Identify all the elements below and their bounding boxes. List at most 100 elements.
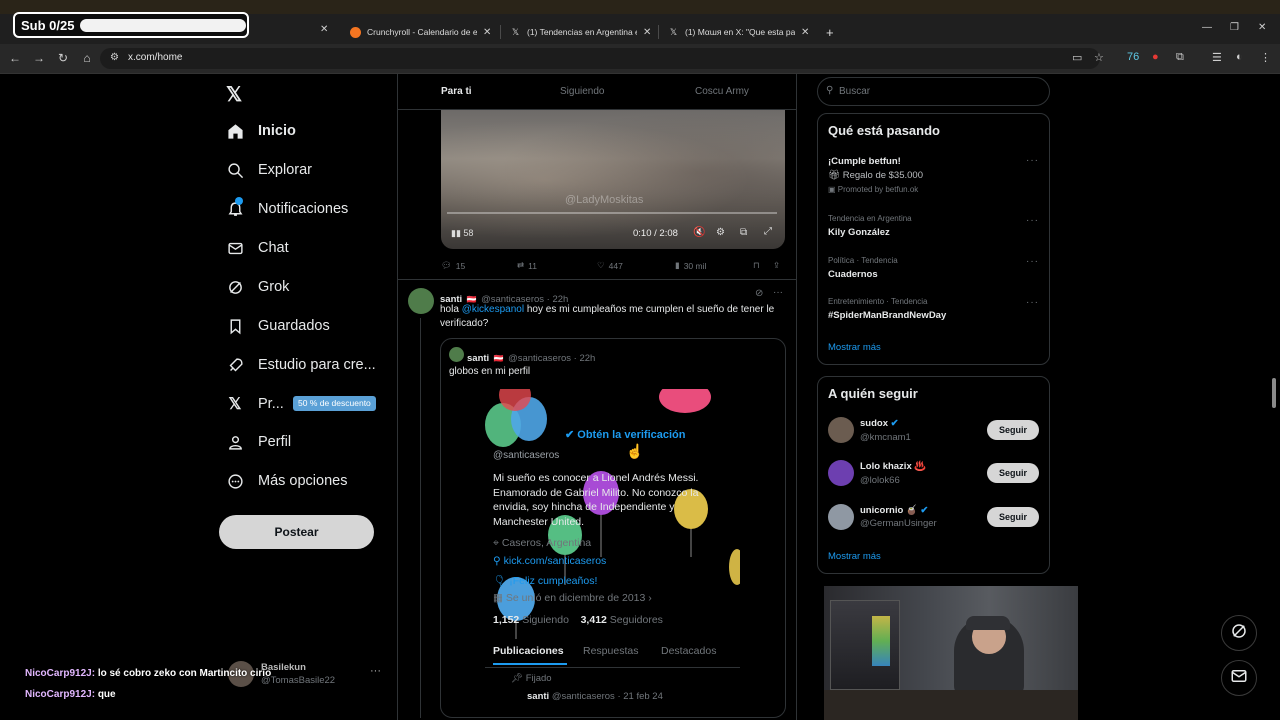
grok-float-button[interactable] [1221, 615, 1257, 651]
avatar[interactable] [828, 417, 854, 443]
profile-tab-replies[interactable]: Respuestas [583, 645, 638, 657]
profile-link[interactable]: ⚲ kick.com/santicaseros [493, 555, 606, 567]
grok-icon[interactable]: ⊘ [755, 288, 763, 299]
nav-premium[interactable]: 𝕏 Pr... [226, 395, 284, 413]
settings-icon[interactable]: ⚙ [716, 227, 725, 238]
close-tab-icon[interactable]: ✕ [643, 27, 651, 38]
tab-crunchyroll[interactable]: Crunchyroll - Calendario de em ✕ [342, 20, 499, 44]
cast-icon[interactable]: ▭ [1072, 51, 1082, 64]
x-logo-icon: 𝕏 [669, 26, 678, 37]
sub-goal-label: Sub 0/25 [21, 17, 75, 33]
profile-icon[interactable]: ◐ [1236, 51, 1243, 63]
more-icon[interactable]: ··· [1026, 256, 1039, 267]
trend-promo-line: 🎁︎ Regalo de $35.000 [828, 170, 923, 181]
close-tab-icon[interactable]: ✕ [320, 24, 328, 35]
nav-notifications[interactable]: Notificaciones [226, 197, 349, 218]
follow-button[interactable]: Seguir [987, 420, 1039, 440]
follow-name[interactable]: Lolo khazix ♨️ [860, 461, 926, 472]
quote-author: santi [467, 353, 490, 364]
nav-chat[interactable]: Chat [226, 239, 289, 257]
tab-for-you[interactable]: Para ti [441, 86, 472, 97]
trends-show-more[interactable]: Mostrar más [828, 342, 881, 353]
follow-name[interactable]: sudox ✔ [860, 418, 899, 429]
tab-title: (1) Tendencias en Argentina en [527, 27, 637, 37]
person-icon [226, 433, 244, 451]
reload-icon[interactable]: ↻ [55, 51, 71, 65]
site-info-icon[interactable]: ⚙ [110, 52, 119, 63]
video-player[interactable]: @LadyMoskitas ▮▮ 58 0:10 / 2:08 🔇 ⚙ ⧉ ⤢ [441, 110, 785, 249]
nav-home[interactable]: Inicio [226, 122, 296, 140]
new-tab-button[interactable]: + [818, 20, 842, 44]
home-icon[interactable]: ⌂ [79, 51, 95, 65]
nav-label: Notificaciones [258, 201, 349, 217]
url-field[interactable] [100, 48, 1100, 69]
avatar[interactable] [408, 288, 434, 314]
bookmark-icon [226, 317, 244, 335]
profile-link-text: kick.com/santicaseros [503, 555, 607, 567]
bookmark-star-icon[interactable]: ☆ [1094, 51, 1104, 64]
avatar[interactable] [828, 460, 854, 486]
extensions-icon[interactable]: ⧉ [1176, 51, 1184, 64]
like-action[interactable]: ♡ 447 [597, 260, 623, 271]
verify-link[interactable]: ✔ Obtén la verificación [565, 428, 685, 441]
extension-icon[interactable]: 76 [1127, 51, 1139, 63]
follow-name[interactable]: unicornio 🧉 ✔ [860, 505, 928, 516]
profile-handle: @santicaseros [493, 450, 560, 461]
more-icon[interactable]: ··· [1026, 215, 1039, 226]
profile-tab-highlights[interactable]: Destacados [661, 645, 716, 657]
close-tab-icon[interactable]: ✕ [801, 27, 809, 38]
profile-bio: Mi sueño es conocer a Lionel Andrés Mess… [493, 472, 699, 528]
tab-mawr[interactable]: 𝕏 (1) Мαɯя en X: "Que esta pasa ✕ [660, 20, 817, 44]
follow-button[interactable]: Seguir [987, 463, 1039, 483]
trend-title[interactable]: ¡Cumple betfun! [828, 156, 901, 167]
repost-action[interactable]: ⇄ 11 [517, 260, 537, 271]
birthday-text: ¡Feliz cumpleaños! [509, 575, 598, 587]
nav-more-options[interactable]: Más opciones [226, 472, 347, 490]
post-button[interactable]: Postear [219, 515, 374, 549]
nav-grok[interactable]: Grok [226, 278, 289, 296]
pip-icon[interactable]: ⧉ [740, 227, 747, 238]
volume-icon[interactable]: 🔇 [693, 227, 705, 238]
nav-bookmarks[interactable]: Guardados [226, 317, 330, 335]
minimize-icon[interactable]: — [1202, 22, 1212, 33]
more-icon[interactable]: ··· [1026, 297, 1039, 308]
more-icon[interactable]: ··· [1026, 155, 1039, 166]
restore-icon[interactable]: ❐ [1230, 22, 1239, 33]
nav-explore[interactable]: Explorar [226, 161, 312, 179]
avatar[interactable] [828, 504, 854, 530]
tab-coscu-army[interactable]: Coscu Army [695, 86, 749, 97]
pinned-label: 📌︎ Fijado [511, 673, 552, 684]
video-progress-track[interactable] [447, 212, 777, 214]
views-action[interactable]: ▮ 30 mil [675, 260, 706, 271]
follow-button[interactable]: Seguir [987, 507, 1039, 527]
reply-action[interactable]: 💬︎ 15 [441, 260, 465, 271]
account-menu-icon[interactable]: ··· [370, 665, 381, 677]
follow-show-more[interactable]: Mostrar más [828, 551, 881, 562]
tab-tendencias[interactable]: 𝕏 (1) Tendencias en Argentina en ✕ [502, 20, 659, 44]
forward-icon[interactable]: → [31, 51, 47, 65]
tab-following[interactable]: Siguiendo [560, 86, 604, 97]
trend-title[interactable]: Kily González [828, 227, 890, 238]
bookmark-action[interactable]: ⊓ [753, 260, 760, 271]
close-window-icon[interactable]: ✕ [1258, 22, 1266, 33]
share-action[interactable]: ⇪ [773, 260, 780, 271]
messages-float-button[interactable] [1221, 660, 1257, 696]
nav-creator-studio[interactable]: Estudio para cre... [226, 356, 376, 374]
mention-link[interactable]: @kickespanol [462, 304, 524, 315]
sidebar-icon[interactable]: ☰ [1212, 51, 1222, 64]
fullscreen-icon[interactable]: ⤢ [764, 226, 772, 237]
quote-image[interactable]: ✔ Obtén la verificación @santicaseros Mi… [485, 389, 740, 709]
x-logo-icon[interactable]: 𝕏 [226, 82, 242, 107]
back-icon[interactable]: ← [7, 51, 23, 65]
trend-title[interactable]: Cuadernos [828, 269, 878, 280]
profile-tab-posts[interactable]: Publicaciones [493, 645, 564, 657]
trend-title[interactable]: #SpiderManBrandNewDay [828, 310, 946, 321]
menu-icon[interactable]: ⋮ [1260, 51, 1271, 64]
tweet-text: hola @kickespanol hoy es mi cumpleaños m… [440, 303, 785, 330]
quote-header: santi 🇦🇹 @santicaseros · 22h [467, 348, 595, 366]
scrollbar-thumb[interactable] [1272, 378, 1276, 408]
nav-profile[interactable]: Perfil [226, 433, 291, 451]
close-tab-icon[interactable]: ✕ [483, 27, 491, 38]
more-icon[interactable]: ··· [773, 287, 783, 298]
extension-icon[interactable]: ● [1152, 51, 1159, 63]
